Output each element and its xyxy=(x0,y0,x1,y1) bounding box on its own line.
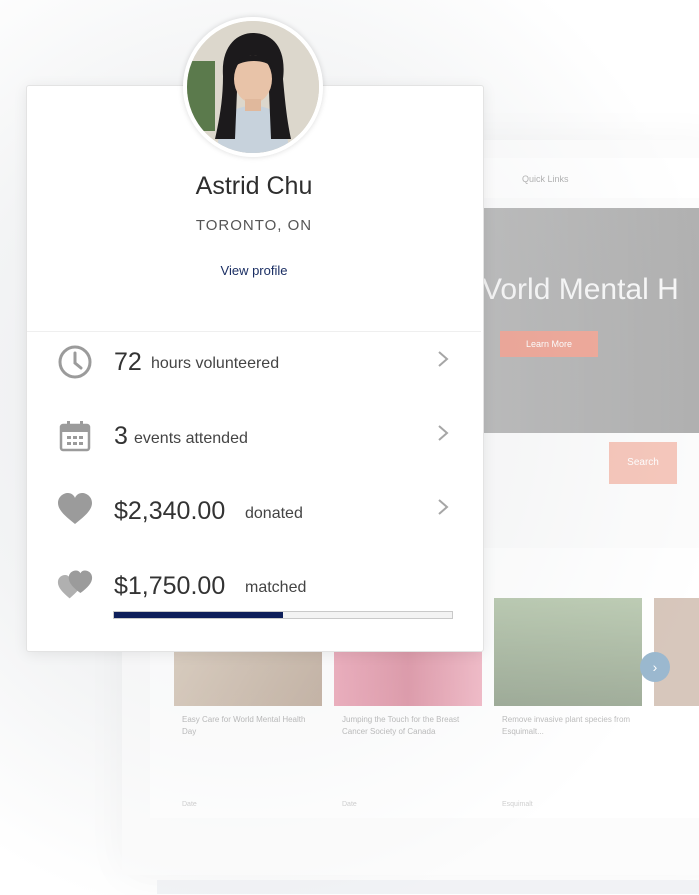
card-image xyxy=(494,598,642,706)
stat-row-matched: $1,750.00 matched xyxy=(27,556,481,604)
avatar xyxy=(183,17,323,157)
card-title: Jumping the Touch for the Breast Cancer … xyxy=(342,715,460,736)
calendar-icon xyxy=(59,421,91,452)
card-footer: Date xyxy=(182,801,197,808)
stat-label: events attended xyxy=(134,430,248,447)
stat-label: hours volunteered xyxy=(151,355,280,372)
stat-value: $2,340.00 xyxy=(114,497,226,525)
learn-more-button[interactable]: Learn More xyxy=(500,331,598,357)
avatar-portrait xyxy=(187,21,319,153)
chevron-right-icon xyxy=(438,499,449,515)
chevron-right-icon xyxy=(438,351,449,367)
search-button[interactable]: Search xyxy=(609,442,677,484)
chevron-right-icon xyxy=(438,425,449,441)
card-title: Easy Care for World Mental Health Day xyxy=(182,715,306,736)
stat-row-donated[interactable]: $2,340.00 donated xyxy=(27,480,481,540)
view-profile-link[interactable]: View profile xyxy=(26,263,482,278)
event-card[interactable] xyxy=(654,598,699,814)
profile-location: TORONTO, ON xyxy=(195,217,313,234)
matched-progress-bar xyxy=(113,611,453,619)
card-footer: Esquimalt xyxy=(502,801,533,808)
stat-value: 72 xyxy=(114,348,142,376)
carousel-next-button[interactable]: › xyxy=(640,652,670,682)
nav-item-quick-links[interactable]: Quick Links xyxy=(522,174,569,184)
heart-icon xyxy=(58,493,92,524)
card-footer: Date xyxy=(342,801,357,808)
card-image xyxy=(654,598,699,706)
profile-name: Astrid Chu xyxy=(195,172,313,200)
stat-row-events[interactable]: 3 events attended xyxy=(27,406,481,466)
stat-row-hours[interactable]: 72 hours volunteered xyxy=(27,332,481,392)
hero-title: Vorld Mental H xyxy=(482,273,679,306)
footer-bar xyxy=(157,880,699,894)
progress-fill xyxy=(114,612,283,618)
clock-icon xyxy=(58,345,92,379)
stat-value: 3 xyxy=(114,422,128,450)
stat-label: donated xyxy=(245,505,303,522)
double-heart-icon xyxy=(57,570,93,599)
stat-label: matched xyxy=(245,579,307,596)
stat-value: $1,750.00 xyxy=(114,572,226,600)
event-card[interactable]: Remove invasive plant species from Esqui… xyxy=(494,598,642,814)
card-title: Remove invasive plant species from Esqui… xyxy=(502,715,631,736)
